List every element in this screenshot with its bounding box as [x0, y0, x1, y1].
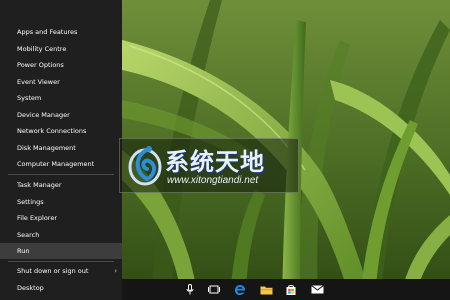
menu-item-settings[interactable]: Settings	[0, 194, 122, 210]
menu-item-system[interactable]: System	[0, 90, 122, 106]
watermark-title: 系统天地	[165, 148, 265, 176]
menu-item-event-viewer[interactable]: Event Viewer	[0, 74, 122, 90]
menu-item-shut-down-or-sign-out[interactable]: Shut down or sign out ›	[0, 263, 122, 279]
taskbar	[122, 279, 450, 300]
menu-item-search[interactable]: Search	[0, 227, 122, 243]
menu-item-desktop[interactable]: Desktop	[0, 280, 122, 296]
swirl-logo-icon	[128, 146, 162, 186]
watermark-url: www.xitongtiandi.net	[167, 175, 259, 186]
menu-item-file-explorer[interactable]: File Explorer	[0, 210, 122, 226]
menu-item-task-manager[interactable]: Task Manager	[0, 177, 122, 193]
menu-item-label: Shut down or sign out	[17, 267, 89, 275]
menu-item-device-manager[interactable]: Device Manager	[0, 107, 122, 123]
menu-item-computer-management[interactable]: Computer Management	[0, 156, 122, 172]
watermark-logo: 系统天地 www.xitongtiandi.net	[119, 138, 299, 193]
store-icon[interactable]	[279, 279, 303, 300]
menu-item-power-options[interactable]: Power Options	[0, 57, 122, 73]
menu-separator	[8, 261, 114, 262]
mail-icon[interactable]	[305, 279, 329, 300]
winx-power-menu: Apps and Features Mobility Centre Power …	[0, 0, 122, 300]
file-explorer-icon[interactable]	[254, 279, 278, 300]
menu-separator	[8, 174, 114, 175]
edge-icon[interactable]	[228, 279, 252, 300]
task-view-icon[interactable]	[202, 279, 226, 300]
menu-item-disk-management[interactable]: Disk Management	[0, 140, 122, 156]
menu-item-run[interactable]: Run	[0, 243, 122, 259]
menu-item-mobility-centre[interactable]: Mobility Centre	[0, 41, 122, 57]
menu-item-network-connections[interactable]: Network Connections	[0, 123, 122, 139]
microphone-icon[interactable]	[178, 279, 202, 300]
chevron-right-icon: ›	[114, 267, 117, 275]
menu-item-apps-and-features[interactable]: Apps and Features	[0, 24, 122, 40]
